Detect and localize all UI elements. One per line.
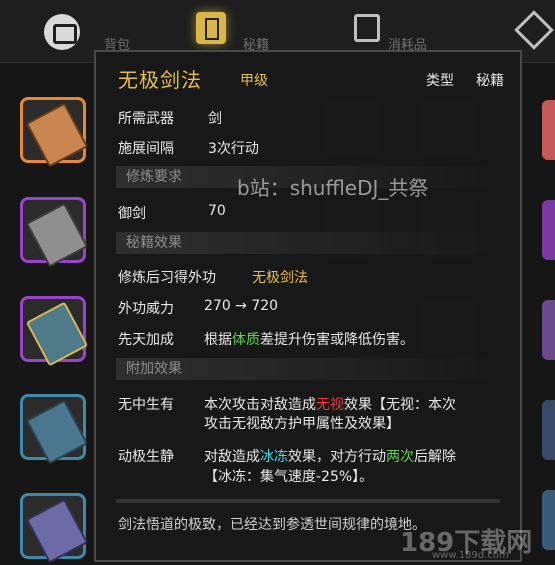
effect1-label: 无中生有 bbox=[118, 397, 174, 413]
book-icon bbox=[25, 202, 89, 268]
inventory-slot-5[interactable] bbox=[20, 493, 89, 564]
book-icon bbox=[25, 102, 89, 168]
inventory-slot-1[interactable] bbox=[20, 97, 89, 168]
effect1-highlight: 无视 bbox=[316, 397, 344, 413]
effect2-c: 后解除 bbox=[414, 449, 456, 465]
innate-post: 差提升伤害或降低伤害。 bbox=[260, 332, 414, 348]
grid-slot-edge[interactable] bbox=[542, 300, 555, 360]
interval-label: 施展间隔 bbox=[118, 141, 174, 157]
effect2-highlight2: 两次 bbox=[386, 449, 414, 465]
effect1-line1: 本次攻击对敌造成无视效果【无视：本次 bbox=[204, 394, 456, 414]
flavor-text: 剑法悟道的极致，已经达到参透世间规律的境地。 bbox=[118, 517, 426, 533]
book-icon bbox=[25, 301, 89, 367]
backpack-tab-icon[interactable] bbox=[44, 14, 80, 50]
effect2-line1: 对敌造成冰冻效果，对方行动两次后解除 bbox=[204, 446, 456, 466]
effect2-label: 动极生静 bbox=[118, 449, 174, 465]
grid-slot-edge[interactable] bbox=[542, 490, 555, 550]
section-extra: 附加效果 bbox=[116, 358, 500, 380]
item-grade: 甲级 bbox=[240, 73, 268, 89]
inventory-slot-3[interactable] bbox=[20, 296, 89, 367]
effect1-a: 本次攻击对敌造成 bbox=[204, 397, 316, 413]
interval-value: 3次行动 bbox=[208, 141, 259, 157]
innate-label: 先天加成 bbox=[118, 332, 174, 348]
item-tooltip: 无极剑法 甲级 类型 秘籍 所需武器 剑 施展间隔 3次行动 修炼要求 御剑 7… bbox=[94, 50, 522, 562]
site-watermark-url: www.189d.com bbox=[432, 550, 509, 561]
book-icon bbox=[25, 498, 89, 564]
power-label: 外功威力 bbox=[118, 301, 174, 317]
grid-slot-edge[interactable] bbox=[542, 100, 555, 160]
effect2-highlight1: 冰冻 bbox=[260, 449, 288, 465]
divider bbox=[116, 499, 500, 503]
weapon-value: 剑 bbox=[208, 111, 222, 127]
effect1-line2: 攻击无视敌方护甲属性及效果】 bbox=[204, 416, 400, 432]
gain-value: 无极剑法 bbox=[252, 270, 308, 286]
effect2-a: 对敌造成 bbox=[204, 449, 260, 465]
power-value: 270 → 720 bbox=[204, 298, 279, 314]
consumable-tab-icon[interactable] bbox=[354, 14, 380, 42]
innate-text: 根据体质差提升伤害或降低伤害。 bbox=[204, 329, 414, 349]
effect2-line2: 【冰冻：集气速度-25%】。 bbox=[204, 469, 374, 485]
inventory-slot-4[interactable] bbox=[20, 394, 89, 465]
innate-pre: 根据 bbox=[204, 332, 232, 348]
section-effects: 秘籍效果 bbox=[116, 232, 500, 254]
effect1-b: 效果【无视：本次 bbox=[344, 397, 456, 413]
type-label: 类型 bbox=[426, 73, 454, 89]
grid-slot-edge[interactable] bbox=[542, 400, 555, 460]
grid-slot-edge[interactable] bbox=[542, 200, 555, 260]
weapon-label: 所需武器 bbox=[118, 111, 174, 127]
inventory-slot-2[interactable] bbox=[20, 197, 89, 268]
gain-label: 修炼后习得外功 bbox=[118, 270, 216, 286]
item-title: 无极剑法 bbox=[118, 68, 202, 92]
effect2-b: 效果，对方行动 bbox=[288, 449, 386, 465]
type-value: 秘籍 bbox=[476, 73, 504, 89]
scroll-tab-icon[interactable] bbox=[514, 10, 554, 50]
innate-highlight: 体质 bbox=[232, 332, 260, 348]
book-icon bbox=[25, 399, 89, 465]
watermark-text: b站：shuffleDJ_共祭 bbox=[237, 176, 429, 200]
secret-book-tab-icon[interactable] bbox=[196, 12, 226, 44]
requirement-value: 70 bbox=[208, 203, 226, 219]
requirement-label: 御剑 bbox=[118, 206, 146, 222]
